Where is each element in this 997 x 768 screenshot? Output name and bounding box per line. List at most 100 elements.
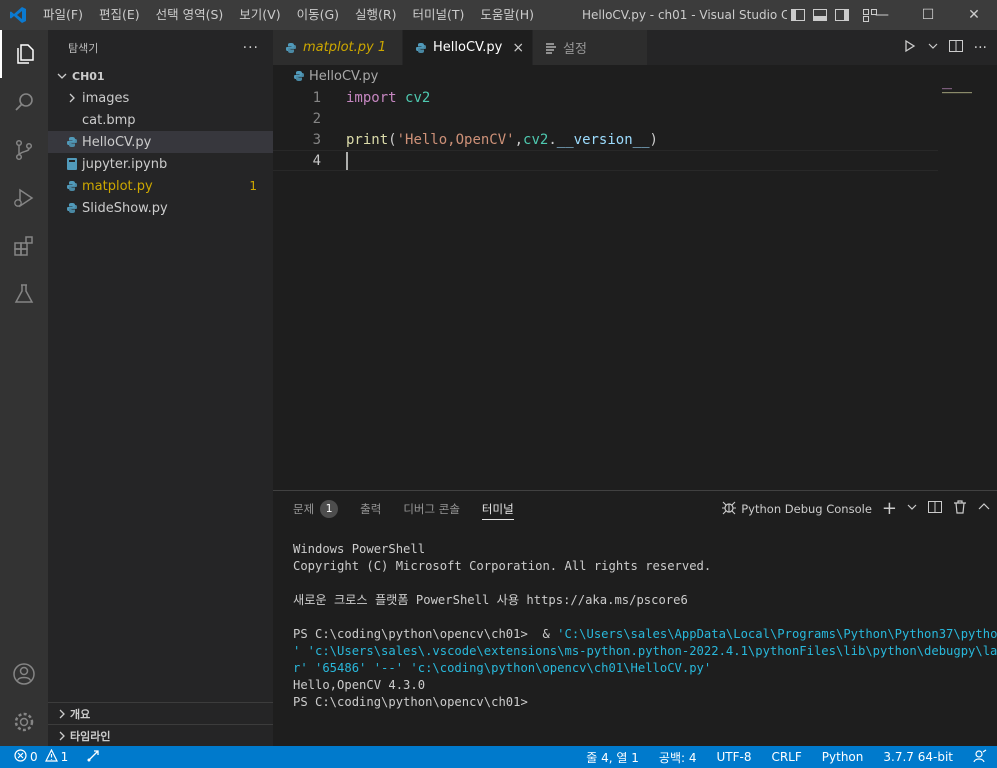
debug-bug-icon xyxy=(721,499,737,518)
split-terminal-icon[interactable] xyxy=(927,499,943,518)
tree-item-slideshow[interactable]: SlideShow.py xyxy=(48,197,273,219)
tab-label: 문제 xyxy=(293,501,315,516)
maximize-icon[interactable]: ☐ xyxy=(905,0,951,30)
code-text: import cv2 xyxy=(346,89,431,106)
menu-terminal[interactable]: 터미널(T) xyxy=(405,0,473,30)
feedback-icon[interactable] xyxy=(963,749,997,766)
toggle-panel-icon[interactable] xyxy=(812,7,828,23)
code-line: 3 print('Hello,OpenCV',cv2.__version__) xyxy=(273,129,938,150)
tab-output[interactable]: 출력 xyxy=(360,491,381,526)
timeline-section[interactable]: 타임라인 xyxy=(48,724,273,746)
terminal-output[interactable]: Windows PowerShell Copyright (C) Microso… xyxy=(293,541,997,711)
editor-actions: ··· xyxy=(902,30,997,65)
tree-item-matplot[interactable]: matplot.py 1 xyxy=(48,175,273,197)
terminal-line: r' '65486' '--' 'c:\coding\python\opencv… xyxy=(293,661,712,675)
tab-debug-console[interactable]: 디버그 콘솔 xyxy=(403,491,460,526)
terminal-line: ' 'c:\Users\sales\.vscode\extensions\ms-… xyxy=(293,644,997,658)
code-line-current: 4 xyxy=(273,150,938,171)
run-dropdown-chevron-icon[interactable] xyxy=(928,38,938,58)
split-editor-icon[interactable] xyxy=(948,38,964,58)
encoding[interactable]: UTF-8 xyxy=(706,750,761,764)
tab-settings[interactable]: 설정 xyxy=(533,30,648,65)
notebook-icon xyxy=(64,156,80,172)
menu-selection[interactable]: 선택 영역(S) xyxy=(148,0,232,30)
live-share-icon[interactable] xyxy=(86,749,100,766)
line-number: 1 xyxy=(312,89,321,106)
error-count: 0 xyxy=(30,750,38,764)
menu-edit[interactable]: 편집(E) xyxy=(91,0,148,30)
tree-item-jupyter[interactable]: jupyter.ipynb xyxy=(48,153,273,175)
menu-bar: 파일(F) 편집(E) 선택 영역(S) 보기(V) 이동(G) 실행(R) 터… xyxy=(35,0,542,30)
minimize-icon[interactable]: — xyxy=(859,0,905,30)
tab-terminal[interactable]: 터미널 xyxy=(481,491,514,526)
window-controls: — ☐ ✕ xyxy=(859,0,997,30)
explorer-icon[interactable] xyxy=(0,30,48,78)
tree-item-label: SlideShow.py xyxy=(82,200,168,216)
new-terminal-icon[interactable]: + xyxy=(882,498,897,519)
python-icon xyxy=(64,134,80,150)
source-control-icon[interactable] xyxy=(0,126,48,174)
cursor-position[interactable]: 줄 4, 열 1 xyxy=(576,749,649,766)
breadcrumb[interactable]: HelloCV.py xyxy=(273,65,378,87)
python-interpreter[interactable]: 3.7.7 64-bit xyxy=(873,750,963,764)
toggle-secondary-sidebar-icon[interactable] xyxy=(834,7,850,23)
run-file-icon[interactable] xyxy=(902,38,918,58)
code-text: print('Hello,OpenCV',cv2.__version__) xyxy=(346,131,658,148)
tab-matplot[interactable]: matplot.py 1 xyxy=(273,30,403,65)
problems-status[interactable]: 0 1 xyxy=(14,748,68,765)
extensions-icon[interactable] xyxy=(0,222,48,270)
language-mode[interactable]: Python xyxy=(812,750,874,764)
more-actions-icon[interactable]: ··· xyxy=(974,40,987,56)
tab-problems[interactable]: 문제 1 xyxy=(293,491,339,526)
line-ending[interactable]: CRLF xyxy=(761,750,811,764)
line-number: 4 xyxy=(312,152,321,169)
settings-gear-icon[interactable] xyxy=(0,698,48,746)
problems-count-badge: 1 xyxy=(320,499,339,518)
problem-count-badge: 1 xyxy=(249,179,257,193)
outline-section[interactable]: 개요 xyxy=(48,702,273,724)
timeline-label: 타임라인 xyxy=(70,729,111,743)
terminal-selector[interactable]: Python Debug Console xyxy=(721,499,872,518)
toggle-sidebar-icon[interactable] xyxy=(790,7,806,23)
line-number: 2 xyxy=(312,110,321,127)
run-debug-icon[interactable] xyxy=(0,174,48,222)
menu-view[interactable]: 보기(V) xyxy=(231,0,288,30)
status-left: 0 1 xyxy=(0,748,100,766)
terminal-line: Windows PowerShell xyxy=(293,542,426,556)
close-tab-icon[interactable]: × xyxy=(512,40,524,56)
tree-item-label: cat.bmp xyxy=(82,112,136,128)
maximize-panel-icon[interactable] xyxy=(977,499,991,518)
search-icon[interactable] xyxy=(0,78,48,126)
menu-run[interactable]: 실행(R) xyxy=(347,0,404,30)
tree-item-images[interactable]: images xyxy=(48,87,273,109)
breadcrumb-file[interactable]: HelloCV.py xyxy=(309,69,378,84)
terminal-line: 새로운 크로스 플랫폼 PowerShell 사용 https://aka.ms… xyxy=(293,593,688,607)
folder-label: CH01 xyxy=(72,69,105,83)
more-actions-icon[interactable]: ··· xyxy=(243,40,259,56)
menu-file[interactable]: 파일(F) xyxy=(35,0,91,30)
folder-ch01[interactable]: CH01 xyxy=(48,65,273,87)
terminal-name: Python Debug Console xyxy=(741,501,872,516)
chevron-right-icon xyxy=(59,731,65,740)
menu-help[interactable]: 도움말(H) xyxy=(472,0,542,30)
tree-item-label: jupyter.ipynb xyxy=(82,156,168,172)
tree-item-cat-bmp[interactable]: cat.bmp xyxy=(48,109,273,131)
tab-hellocv[interactable]: HelloCV.py × xyxy=(403,30,533,65)
trash-icon[interactable] xyxy=(953,499,967,518)
accounts-icon[interactable] xyxy=(0,650,48,698)
vscode-logo-icon xyxy=(0,0,35,30)
terminal-dropdown-chevron-icon[interactable] xyxy=(907,499,917,518)
tree-item-label: matplot.py xyxy=(82,178,153,194)
close-window-icon[interactable]: ✕ xyxy=(951,0,997,30)
minimap[interactable] xyxy=(940,87,990,117)
terminal-prompt: PS C:\coding\python\opencv\ch01> xyxy=(293,695,528,709)
tree-item-hellocv[interactable]: HelloCV.py xyxy=(48,131,273,153)
tree-item-label: images xyxy=(82,90,130,106)
code-editor[interactable]: 1 import cv2 2 3 print('Hello,OpenCV',cv… xyxy=(273,87,938,487)
menu-go[interactable]: 이동(G) xyxy=(289,0,347,30)
testing-flask-icon[interactable] xyxy=(0,270,48,318)
tab-label: HelloCV.py xyxy=(433,40,503,55)
indentation[interactable]: 공백: 4 xyxy=(649,749,707,766)
status-right: 줄 4, 열 1 공백: 4 UTF-8 CRLF Python 3.7.7 6… xyxy=(576,746,997,768)
